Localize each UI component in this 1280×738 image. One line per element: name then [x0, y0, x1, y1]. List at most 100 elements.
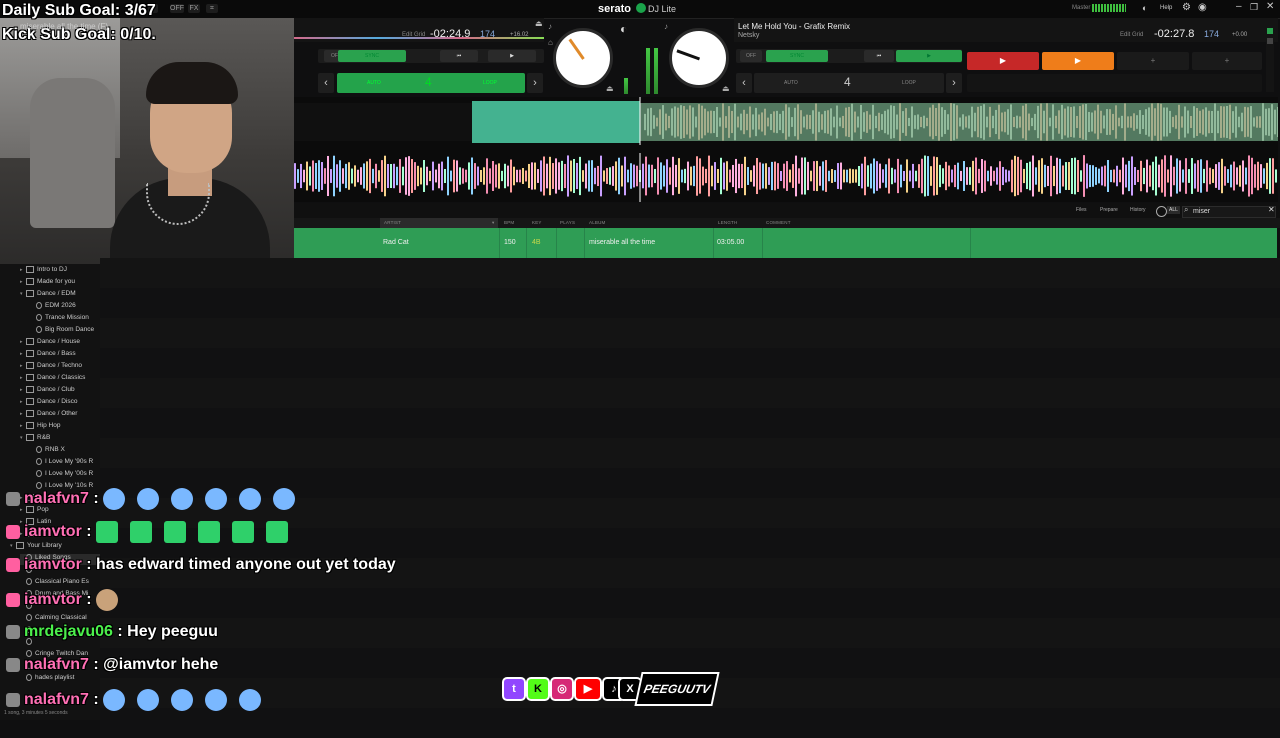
account-icon[interactable]: ◉ [1198, 2, 1207, 13]
empty-row [100, 258, 1280, 288]
deck-right-off-button[interactable]: OFF [740, 50, 762, 62]
hotcue-2-button[interactable]: ▶ [1042, 52, 1114, 70]
deck-right-platter[interactable] [669, 28, 729, 88]
chat-message: iamvtor : [6, 521, 300, 551]
col-key[interactable]: KEY [532, 220, 542, 225]
deck-left-auto-loop[interactable]: AUTO 4 LOOP [337, 73, 525, 93]
waveform-bar [1077, 160, 1079, 192]
col-comment[interactable]: COMMENT [766, 220, 791, 225]
waveform-bar [504, 163, 506, 189]
waveform-bar [558, 162, 560, 190]
deck-right-eject-icon[interactable]: ⏏ [722, 84, 730, 93]
hotcue-3-button[interactable]: + [1117, 52, 1189, 70]
waveform-bar [474, 163, 476, 189]
waveform-bar [1059, 158, 1061, 194]
deck-left-cue-button[interactable]: ⏮ [440, 50, 478, 62]
waveform-bar [795, 155, 797, 197]
edit-grid-label[interactable]: Edit Grid [402, 32, 425, 38]
crate-folder[interactable]: ▸ Dance / Bass [20, 350, 100, 361]
deck-left-platter[interactable] [553, 28, 613, 88]
deck-left-loop-next-button[interactable]: › [527, 73, 543, 93]
webcam-feed [0, 18, 294, 270]
product-name: DJ Lite [648, 4, 677, 14]
crate-playlist[interactable]: I Love My '90s R [30, 458, 100, 469]
hotcue-4-button[interactable]: + [1192, 52, 1262, 70]
waveform-bar [1148, 107, 1150, 137]
col-plays[interactable]: PLAYS [560, 220, 575, 225]
crate-folder[interactable]: ▾ Dance / EDM [20, 290, 100, 301]
table-row[interactable]: Rad Cat 150 4B miserable all the time 03… [294, 228, 1277, 258]
deck-right-play-button[interactable]: ▶ [896, 50, 962, 62]
waveform-bar [1055, 115, 1057, 129]
crate-folder[interactable]: ▸ Dance / Classics [20, 374, 100, 385]
crate-folder[interactable]: ▸ Hip Hop [20, 422, 100, 433]
help-menu[interactable]: Help [1160, 5, 1172, 11]
crate-folder[interactable]: ▸ Dance / Club [20, 386, 100, 397]
sampler-icon[interactable]: ⌗ [206, 4, 218, 13]
waveform-bar [1208, 110, 1210, 134]
waveform-bar [378, 170, 380, 182]
fx-button[interactable]: FX [188, 4, 200, 13]
deck-left-eject-bottom-icon[interactable]: ⏏ [606, 84, 614, 93]
waveform-bar [894, 169, 896, 183]
deck-right-auto-loop[interactable]: AUTO 4 LOOP [754, 73, 944, 93]
deck-left-sync-button[interactable]: SYNC [338, 50, 406, 62]
youtube-icon: ▶ [574, 677, 602, 701]
crate-folder[interactable]: ▸ Made for you [20, 278, 100, 289]
crate-label: Big Room Dance [45, 326, 95, 334]
library-status: 1 song, 3 minutes 5 seconds [4, 710, 68, 716]
deck-right-key-icon[interactable]: ♪ [664, 22, 668, 31]
files-tab[interactable]: Files [1076, 207, 1087, 213]
deck-left-key-icon[interactable]: ⌂ [548, 38, 553, 47]
deck-left-eject-icon[interactable]: ⏏ [535, 19, 543, 28]
crate-folder[interactable]: ▾ R&B [20, 434, 100, 445]
crate-folder[interactable]: ▸ Intro to DJ [20, 266, 100, 277]
deck-right-loop-next-button[interactable]: › [946, 73, 962, 93]
waveform-bar [737, 116, 739, 128]
crate-playlist[interactable]: Big Room Dance [30, 326, 100, 337]
col-bpm[interactable]: BPM [504, 220, 514, 225]
deck-right-loop-prev-button[interactable]: ‹ [736, 73, 752, 93]
close-icon[interactable]: ✕ [1266, 1, 1274, 12]
waveform-bar [1190, 116, 1192, 128]
crate-folder[interactable]: ▸ Dance / Disco [20, 398, 100, 409]
crate-folder[interactable]: ▸ Dance / House [20, 338, 100, 349]
col-length[interactable]: LENGTH [718, 220, 737, 225]
crate-playlist[interactable]: RNB X [30, 446, 100, 457]
maximize-icon[interactable]: ❐ [1250, 2, 1258, 13]
waveform-bar [803, 116, 805, 128]
col-artist[interactable]: ARTIST [384, 220, 401, 225]
mic-off-button[interactable]: OFF [170, 4, 184, 13]
waveform-bar [734, 103, 736, 141]
brand-logo: serato [598, 3, 632, 15]
search-all-button[interactable]: ALL [1167, 206, 1180, 214]
settings-gear-icon[interactable]: ⚙ [1182, 2, 1191, 13]
view-toggle-icon[interactable] [1156, 206, 1167, 217]
col-album[interactable]: ALBUM [589, 220, 606, 225]
crate-folder[interactable]: ▸ Dance / Other [20, 410, 100, 421]
clear-search-icon[interactable]: ✕ [1268, 205, 1275, 214]
chat-badge-icon [6, 624, 20, 639]
minimize-icon[interactable]: – [1236, 1, 1242, 12]
waveform-bar [1146, 159, 1148, 193]
hotcue-1-button[interactable]: ▶ [967, 52, 1039, 70]
power-icon[interactable]: ◐ [1142, 3, 1147, 13]
deck-left-play-button[interactable]: ▶ [488, 50, 536, 62]
waveform-display[interactable] [294, 97, 1279, 202]
deck-right-sync-button[interactable]: SYNC [766, 50, 828, 62]
prepare-tab[interactable]: Prepare [1100, 207, 1118, 213]
crate-playlist[interactable]: I Love My '00s R [30, 470, 100, 481]
waveform-bar [1011, 159, 1013, 193]
crate-folder[interactable]: ▸ Dance / Techno [20, 362, 100, 373]
deck-left-loop-prev-button[interactable]: ‹ [318, 73, 334, 93]
deck-right-cue-button[interactable]: ⏮ [864, 50, 894, 62]
history-tab[interactable]: History [1130, 207, 1146, 213]
waveform-bar [429, 170, 431, 182]
waveform-bar [671, 108, 673, 136]
crate-playlist[interactable]: Trance Mission [30, 314, 100, 325]
crate-playlist[interactable]: EDM 2026 [30, 302, 100, 313]
search-input[interactable]: miser [1182, 206, 1276, 218]
waveform-bar [1247, 107, 1249, 137]
deck-right-edit-grid[interactable]: Edit Grid [1120, 32, 1143, 38]
deck-left-sync-icon[interactable]: ♪ [548, 22, 552, 31]
